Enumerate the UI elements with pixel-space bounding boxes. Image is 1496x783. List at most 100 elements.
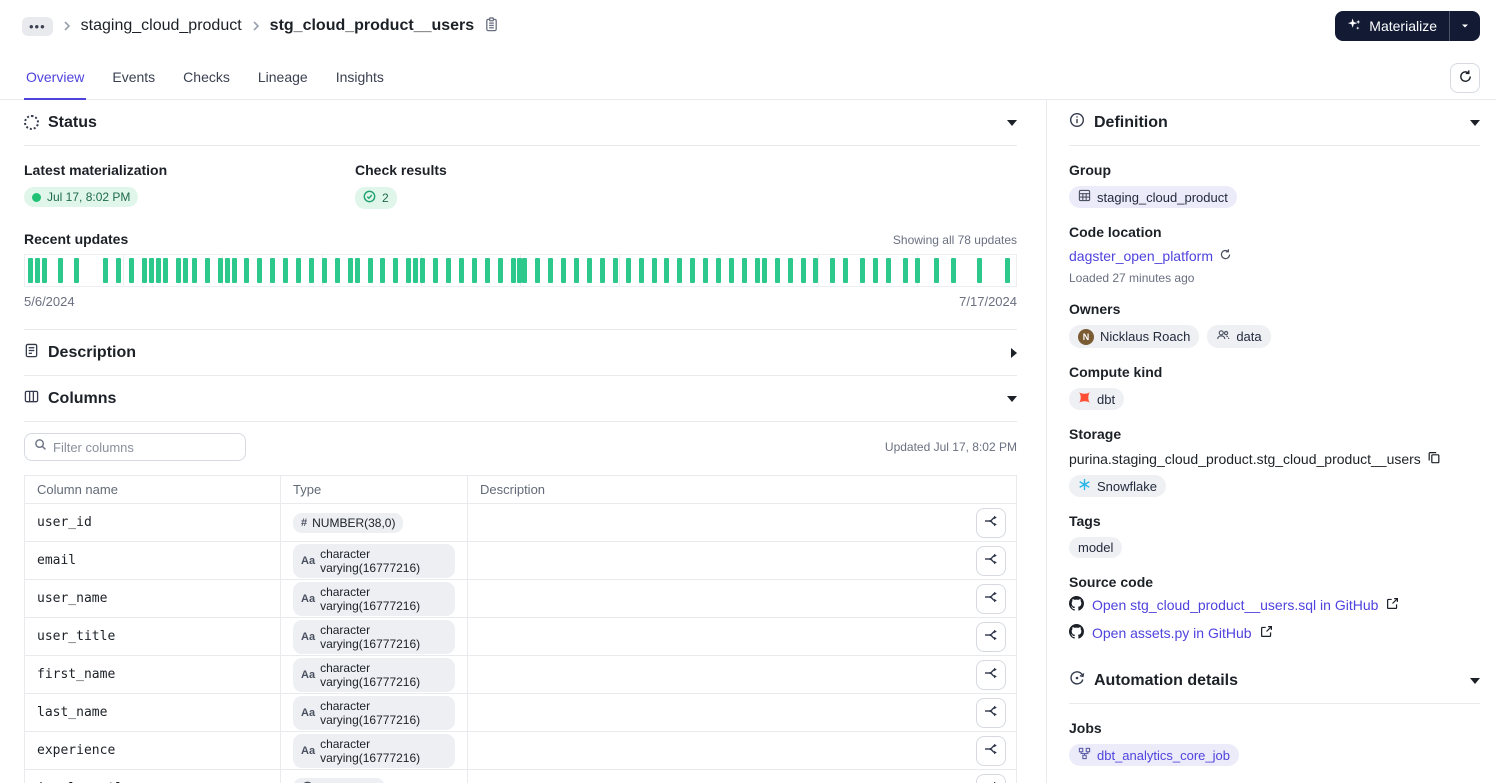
- column-lineage-button[interactable]: [975, 507, 1006, 538]
- github-icon: [1069, 596, 1084, 614]
- copy-asset-name-button[interactable]: [482, 15, 501, 37]
- column-name-cell: experience: [37, 743, 116, 758]
- table-row: user_id # NUMBER(38,0): [25, 504, 1016, 542]
- check-results-label: Check results: [355, 162, 447, 178]
- column-name-cell: first_name: [37, 667, 116, 682]
- owner-name: data: [1236, 329, 1262, 344]
- text-type-icon: Aa: [301, 630, 316, 643]
- definition-section-title: Definition: [1094, 113, 1168, 131]
- update-tick: [270, 258, 276, 283]
- description-section: Description: [24, 330, 1017, 376]
- column-type-cell: Aa character varying(16777216): [280, 656, 467, 693]
- columns-section-header[interactable]: Columns: [24, 376, 1017, 422]
- tag-badge[interactable]: model: [1069, 537, 1123, 558]
- breadcrumb-ellipsis-button[interactable]: •••: [22, 16, 53, 36]
- group-label: Group: [1069, 162, 1111, 178]
- column-header-description: Description: [467, 476, 964, 503]
- update-tick: [163, 258, 169, 283]
- breadcrumb-group-link[interactable]: staging_cloud_product: [81, 17, 242, 35]
- owner-badge[interactable]: N Nicklaus Roach: [1069, 325, 1200, 348]
- job-badge[interactable]: dbt_analytics_core_job: [1069, 744, 1239, 766]
- status-section-header[interactable]: Status: [24, 100, 1017, 146]
- column-description-cell: [467, 542, 964, 579]
- update-tick: [787, 258, 793, 283]
- tab-insights[interactable]: Insights: [334, 59, 386, 99]
- update-tick: [754, 258, 760, 283]
- tab-checks[interactable]: Checks: [181, 59, 232, 99]
- column-lineage-button[interactable]: [975, 659, 1006, 690]
- update-tick: [800, 258, 806, 283]
- update-tick: [516, 258, 522, 283]
- chevron-down-icon[interactable]: [1007, 119, 1017, 126]
- column-lineage-button[interactable]: [975, 583, 1006, 614]
- filter-columns-input[interactable]: [53, 439, 236, 455]
- update-tick: [308, 258, 314, 283]
- owners-list: N Nicklaus Roach data: [1069, 325, 1480, 348]
- materialize-button-group: Materialize: [1335, 11, 1480, 41]
- materialize-dropdown-button[interactable]: [1449, 11, 1480, 41]
- reload-icon[interactable]: [1219, 248, 1232, 264]
- table-row: email Aa character varying(16777216): [25, 542, 1016, 580]
- source-code-link[interactable]: Open assets.py in GitHub: [1069, 624, 1480, 642]
- chevron-down-icon[interactable]: [1007, 395, 1017, 402]
- chart-grid-cell: [916, 254, 1018, 287]
- column-name-cell: last_name: [37, 705, 108, 720]
- update-tick: [27, 258, 33, 283]
- group-badge[interactable]: staging_cloud_product: [1069, 186, 1237, 208]
- tags-label: Tags: [1069, 513, 1101, 529]
- column-lineage-button[interactable]: [975, 697, 1006, 728]
- update-tick: [561, 258, 567, 283]
- job-icon: [1078, 747, 1091, 763]
- column-lineage-button[interactable]: [975, 773, 1006, 783]
- compute-kind-badge[interactable]: dbt: [1069, 388, 1125, 410]
- update-tick: [57, 258, 63, 283]
- copy-icon: [1427, 450, 1441, 467]
- compute-kind-value: dbt: [1097, 391, 1116, 407]
- column-type-cell: Aa character varying(16777216): [280, 580, 467, 617]
- update-tick: [244, 258, 250, 283]
- update-tick: [393, 258, 399, 283]
- update-tick: [321, 258, 327, 283]
- storage-kind-label: Snowflake: [1097, 478, 1157, 494]
- update-tick: [142, 258, 148, 283]
- storage-kind-badge[interactable]: Snowflake: [1069, 475, 1166, 497]
- column-lineage-button[interactable]: [975, 545, 1006, 576]
- code-location-link[interactable]: dagster_open_platform: [1069, 248, 1232, 264]
- lineage-icon: [983, 741, 999, 760]
- automation-section-header[interactable]: Automation details: [1069, 658, 1480, 704]
- column-lineage-button[interactable]: [975, 735, 1006, 766]
- owner-badge[interactable]: data: [1207, 325, 1271, 348]
- latest-materialization-badge[interactable]: Jul 17, 8:02 PM: [24, 187, 139, 207]
- column-header-type: Type: [280, 476, 467, 503]
- table-row: is_elementl_user BOOLEAN: [25, 770, 1016, 783]
- latest-materialization-label: Latest materialization: [24, 162, 168, 178]
- info-icon: [1069, 112, 1085, 133]
- table-row: last_name Aa character varying(16777216): [25, 694, 1016, 732]
- tab-lineage[interactable]: Lineage: [256, 59, 310, 99]
- column-lineage-button[interactable]: [975, 621, 1006, 652]
- sparkle-icon: [1347, 17, 1362, 35]
- check-results-badge[interactable]: 2: [355, 187, 397, 209]
- column-description-cell: [467, 732, 964, 769]
- code-location-loaded-text: Loaded 27 minutes ago: [1069, 271, 1195, 285]
- tab-events[interactable]: Events: [110, 59, 157, 99]
- description-section-header[interactable]: Description: [24, 330, 1017, 376]
- tabs: Overview Events Checks Lineage Insights: [24, 59, 386, 100]
- copy-storage-button[interactable]: [1427, 450, 1441, 467]
- columns-table-body: user_id # NUMBER(38,0) email Aa character var…: [25, 504, 1016, 783]
- source-code-link[interactable]: Open stg_cloud_product__users.sql in Git…: [1069, 596, 1480, 614]
- materialize-button[interactable]: Materialize: [1335, 11, 1449, 41]
- update-tick: [354, 258, 360, 283]
- update-tick: [497, 258, 503, 283]
- tab-overview[interactable]: Overview: [24, 59, 87, 100]
- chevron-down-icon[interactable]: [1470, 119, 1480, 126]
- update-tick: [703, 258, 709, 283]
- refresh-button[interactable]: [1450, 63, 1480, 93]
- chevron-right-icon[interactable]: [1011, 347, 1017, 358]
- definition-section-header[interactable]: Definition: [1069, 100, 1480, 146]
- update-tick: [182, 258, 188, 283]
- chevron-down-icon[interactable]: [1470, 677, 1480, 684]
- column-type-label: character varying(16777216): [320, 660, 421, 689]
- lineage-icon: [983, 627, 999, 646]
- job-label: dbt_analytics_core_job: [1097, 747, 1230, 763]
